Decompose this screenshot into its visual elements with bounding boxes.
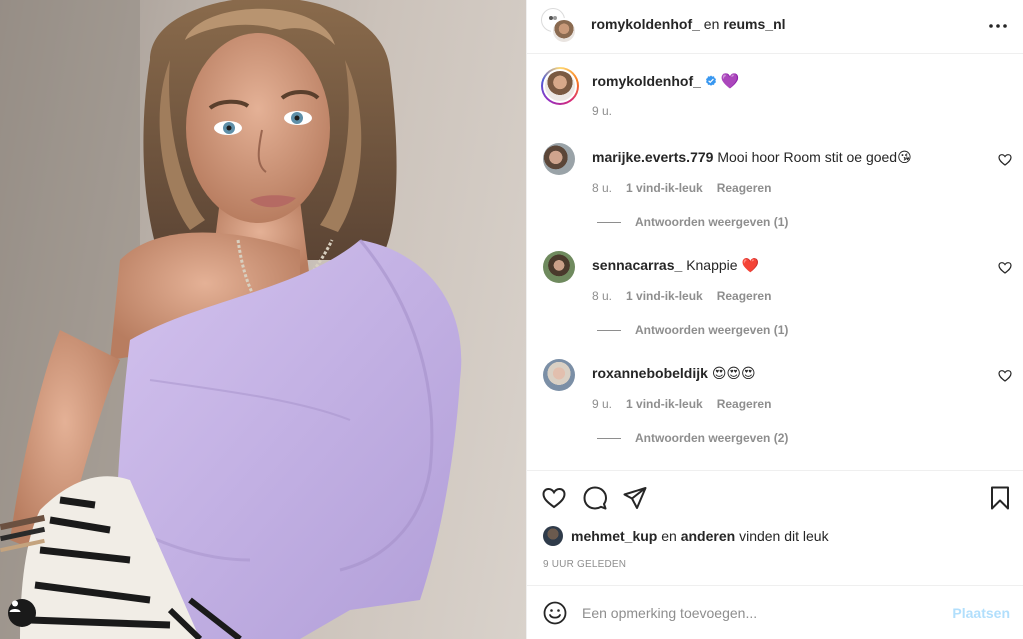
avatar xyxy=(551,18,577,44)
heart-icon[interactable] xyxy=(998,261,1012,275)
bookmark-icon[interactable] xyxy=(987,485,1013,511)
caption-time[interactable]: 9 u. xyxy=(592,104,612,118)
avatar[interactable] xyxy=(543,526,563,546)
view-replies-button[interactable]: Antwoorden weergeven (1) xyxy=(597,215,788,229)
post-timestamp[interactable]: 9 UUR GELEDEN xyxy=(543,559,626,570)
comment-text: Mooi hoor Room stit oe goed😘 xyxy=(717,149,912,165)
reply-button[interactable]: Reageren xyxy=(717,181,772,195)
comment-text: Knappie ❤️ xyxy=(686,257,759,273)
divider xyxy=(597,437,621,439)
comment-time[interactable]: 8 u. xyxy=(592,289,612,303)
comment-time[interactable]: 8 u. xyxy=(592,181,612,195)
verified-badge-icon xyxy=(705,75,716,86)
comment-username[interactable]: sennacarras_ xyxy=(592,257,682,273)
view-replies-label: Antwoorden weergeven (1) xyxy=(635,323,789,337)
likes-others-link[interactable]: anderen xyxy=(681,528,735,544)
view-replies-label: Antwoorden weergeven (2) xyxy=(635,431,789,445)
comment-item: marijke.everts.779 Mooi hoor Room stit o… xyxy=(527,143,1023,251)
action-bar xyxy=(527,470,1023,524)
author-avatar[interactable] xyxy=(541,67,579,105)
user-tag-icon xyxy=(9,600,21,612)
heart-icon[interactable] xyxy=(998,153,1012,167)
more-horizontal-icon xyxy=(989,24,1007,28)
likes-and: en xyxy=(661,528,677,544)
likes-suffix: vinden dit leuk xyxy=(739,528,829,544)
comment-username[interactable]: marijke.everts.779 xyxy=(592,149,713,165)
comment-likes[interactable]: 1 vind-ik-leuk xyxy=(626,181,703,195)
author-link[interactable]: romykoldenhof_ xyxy=(591,16,700,32)
caption-text: 💜 xyxy=(720,72,740,90)
heart-icon[interactable] xyxy=(541,485,567,511)
divider xyxy=(597,329,621,331)
reply-button[interactable]: Reageren xyxy=(717,397,772,411)
collab-avatars[interactable] xyxy=(541,8,577,44)
view-replies-button[interactable]: Antwoorden weergeven (1) xyxy=(597,323,788,337)
post-comment-button[interactable]: Plaatsen xyxy=(952,605,1010,621)
comment-item: sennacarras_ Knappie ❤️ 8 u. 1 vind-ik-l… xyxy=(527,251,1023,359)
author-separator: en xyxy=(703,16,720,32)
comment-item: roxannebobeldijk 😍😍😍 9 u. 1 vind-ik-leuk… xyxy=(527,359,1023,467)
post-header: romykoldenhof_ en reums_nl xyxy=(527,0,1023,54)
comment-text: 😍😍😍 xyxy=(711,365,756,381)
coauthor-link[interactable]: reums_nl xyxy=(723,16,785,32)
reply-button[interactable]: Reageren xyxy=(717,289,772,303)
view-replies-label: Antwoorden weergeven (1) xyxy=(635,215,789,229)
post-details-panel: romykoldenhof_ en reums_nl romykoldenhof… xyxy=(526,0,1023,639)
avatar[interactable] xyxy=(543,143,575,175)
divider xyxy=(597,221,621,223)
comment-input[interactable] xyxy=(582,600,942,626)
likes-summary: mehmet_kup en anderen vinden dit leuk xyxy=(543,526,829,546)
avatar[interactable] xyxy=(543,359,575,391)
more-options-button[interactable] xyxy=(986,14,1010,38)
avatar[interactable] xyxy=(543,251,575,283)
comment-time[interactable]: 9 u. xyxy=(592,397,612,411)
paper-plane-icon[interactable] xyxy=(622,485,648,511)
post-image xyxy=(0,0,462,639)
comment-likes[interactable]: 1 vind-ik-leuk xyxy=(626,289,703,303)
post-photo[interactable] xyxy=(0,0,526,639)
comment-username[interactable]: roxannebobeldijk xyxy=(592,365,708,381)
user-tag-button[interactable] xyxy=(8,599,36,627)
post-authors: romykoldenhof_ en reums_nl xyxy=(591,16,786,32)
add-comment-bar: Plaatsen xyxy=(527,585,1023,639)
liker-username[interactable]: mehmet_kup xyxy=(571,528,657,544)
view-replies-button[interactable]: Antwoorden weergeven (2) xyxy=(597,431,788,445)
caption-username[interactable]: romykoldenhof_ xyxy=(592,73,701,89)
comment-bubble-icon[interactable] xyxy=(582,485,608,511)
smiley-icon[interactable] xyxy=(543,601,567,625)
heart-icon[interactable] xyxy=(998,369,1012,383)
comment-likes[interactable]: 1 vind-ik-leuk xyxy=(626,397,703,411)
